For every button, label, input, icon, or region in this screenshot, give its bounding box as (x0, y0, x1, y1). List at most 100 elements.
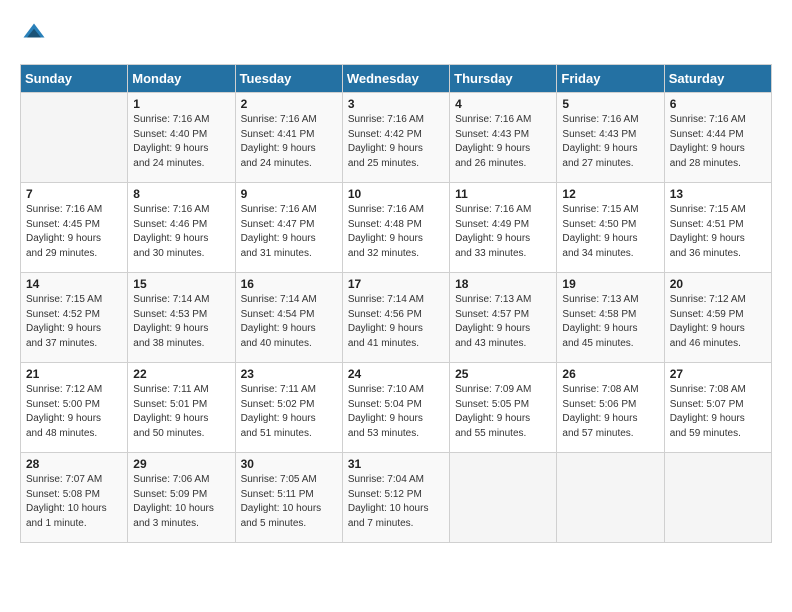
calendar-cell (21, 93, 128, 183)
day-info: Sunrise: 7:15 AM Sunset: 4:51 PM Dayligh… (670, 203, 766, 261)
day-header-monday: Monday (128, 65, 235, 93)
calendar-cell: 12Sunrise: 7:15 AM Sunset: 4:50 PM Dayli… (557, 183, 664, 273)
day-info: Sunrise: 7:11 AM Sunset: 5:02 PM Dayligh… (241, 383, 337, 441)
day-number: 9 (241, 187, 337, 201)
calendar-cell: 24 Sunrise: 7:10 AM Sunset: 5:04 PM Dayli… (342, 363, 449, 453)
day-number: 15 (133, 277, 229, 291)
day-number: 28 (26, 457, 122, 471)
day-info: Sunrise: 7:16 AM Sunset: 4:40 PM Dayligh… (133, 113, 229, 171)
calendar-cell: 28 Sunrise: 7:07 AM Sunset: 5:08 PM Dayli… (21, 453, 128, 543)
calendar-cell: 19 Sunrise: 7:13 AM Sunset: 4:58 PM Dayli… (557, 273, 664, 363)
day-header-saturday: Saturday (664, 65, 771, 93)
day-number: 12 (562, 187, 658, 201)
calendar-cell: 16 Sunrise: 7:14 AM Sunset: 4:54 PM Dayli… (235, 273, 342, 363)
day-info: Sunrise: 7:14 AM Sunset: 4:54 PM Dayligh… (241, 293, 337, 351)
day-header-wednesday: Wednesday (342, 65, 449, 93)
day-info: Sunrise: 7:16 AM Sunset: 4:49 PM Dayligh… (455, 203, 551, 261)
calendar-week-row: 21 Sunrise: 7:12 AM Sunset: 5:00 PM Dayli… (21, 363, 772, 453)
day-number: 30 (241, 457, 337, 471)
day-info: Sunrise: 7:13 AM Sunset: 4:57 PM Dayligh… (455, 293, 551, 351)
day-info: Sunrise: 7:14 AM Sunset: 4:53 PM Dayligh… (133, 293, 229, 351)
day-info: Sunrise: 7:13 AM Sunset: 4:58 PM Dayligh… (562, 293, 658, 351)
calendar-cell: 26 Sunrise: 7:08 AM Sunset: 5:06 PM Dayli… (557, 363, 664, 453)
logo (20, 20, 52, 48)
day-info: Sunrise: 7:12 AM Sunset: 4:59 PM Dayligh… (670, 293, 766, 351)
day-number: 8 (133, 187, 229, 201)
page-header (20, 20, 772, 48)
calendar-cell: 23 Sunrise: 7:11 AM Sunset: 5:02 PM Dayli… (235, 363, 342, 453)
calendar-week-row: 14 Sunrise: 7:15 AM Sunset: 4:52 PM Dayli… (21, 273, 772, 363)
day-number: 31 (348, 457, 444, 471)
day-info: Sunrise: 7:07 AM Sunset: 5:08 PM Dayligh… (26, 473, 122, 531)
day-number: 26 (562, 367, 658, 381)
day-number: 24 (348, 367, 444, 381)
calendar-cell: 30 Sunrise: 7:05 AM Sunset: 5:11 PM Dayli… (235, 453, 342, 543)
day-header-tuesday: Tuesday (235, 65, 342, 93)
day-info: Sunrise: 7:06 AM Sunset: 5:09 PM Dayligh… (133, 473, 229, 531)
day-number: 1 (133, 97, 229, 111)
calendar-cell (664, 453, 771, 543)
day-number: 3 (348, 97, 444, 111)
day-info: Sunrise: 7:16 AM Sunset: 4:43 PM Dayligh… (562, 113, 658, 171)
calendar-cell: 20Sunrise: 7:12 AM Sunset: 4:59 PM Dayli… (664, 273, 771, 363)
day-number: 25 (455, 367, 551, 381)
day-number: 21 (26, 367, 122, 381)
day-number: 6 (670, 97, 766, 111)
calendar-cell: 6 Sunrise: 7:16 AM Sunset: 4:44 PM Daylig… (664, 93, 771, 183)
day-number: 13 (670, 187, 766, 201)
day-number: 14 (26, 277, 122, 291)
calendar-header-row: SundayMondayTuesdayWednesdayThursdayFrid… (21, 65, 772, 93)
day-info: Sunrise: 7:16 AM Sunset: 4:41 PM Dayligh… (241, 113, 337, 171)
calendar-week-row: 28 Sunrise: 7:07 AM Sunset: 5:08 PM Dayli… (21, 453, 772, 543)
day-number: 22 (133, 367, 229, 381)
calendar-cell: 4 Sunrise: 7:16 AM Sunset: 4:43 PM Daylig… (450, 93, 557, 183)
day-number: 5 (562, 97, 658, 111)
day-number: 4 (455, 97, 551, 111)
calendar-cell: 13 Sunrise: 7:15 AM Sunset: 4:51 PM Dayli… (664, 183, 771, 273)
day-info: Sunrise: 7:16 AM Sunset: 4:44 PM Dayligh… (670, 113, 766, 171)
day-info: Sunrise: 7:16 AM Sunset: 4:47 PM Dayligh… (241, 203, 337, 261)
calendar-cell: 29 Sunrise: 7:06 AM Sunset: 5:09 PM Dayli… (128, 453, 235, 543)
calendar-cell (450, 453, 557, 543)
day-info: Sunrise: 7:08 AM Sunset: 5:07 PM Dayligh… (670, 383, 766, 441)
calendar-cell: 8Sunrise: 7:16 AM Sunset: 4:46 PM Daylig… (128, 183, 235, 273)
day-number: 17 (348, 277, 444, 291)
calendar-cell: 10Sunrise: 7:16 AM Sunset: 4:48 PM Dayli… (342, 183, 449, 273)
calendar-week-row: 1 Sunrise: 7:16 AM Sunset: 4:40 PM Daylig… (21, 93, 772, 183)
calendar-cell: 3Sunrise: 7:16 AM Sunset: 4:42 PM Daylig… (342, 93, 449, 183)
calendar-cell: 7Sunrise: 7:16 AM Sunset: 4:45 PM Daylig… (21, 183, 128, 273)
day-info: Sunrise: 7:05 AM Sunset: 5:11 PM Dayligh… (241, 473, 337, 531)
calendar-cell: 31 Sunrise: 7:04 AM Sunset: 5:12 PM Dayli… (342, 453, 449, 543)
day-info: Sunrise: 7:08 AM Sunset: 5:06 PM Dayligh… (562, 383, 658, 441)
calendar-cell: 5 Sunrise: 7:16 AM Sunset: 4:43 PM Daylig… (557, 93, 664, 183)
day-number: 7 (26, 187, 122, 201)
calendar-cell: 14 Sunrise: 7:15 AM Sunset: 4:52 PM Dayli… (21, 273, 128, 363)
calendar-week-row: 7Sunrise: 7:16 AM Sunset: 4:45 PM Daylig… (21, 183, 772, 273)
day-number: 10 (348, 187, 444, 201)
logo-icon (20, 20, 48, 48)
day-number: 29 (133, 457, 229, 471)
calendar-cell: 22 Sunrise: 7:11 AM Sunset: 5:01 PM Dayli… (128, 363, 235, 453)
day-number: 19 (562, 277, 658, 291)
day-info: Sunrise: 7:10 AM Sunset: 5:04 PM Dayligh… (348, 383, 444, 441)
day-header-thursday: Thursday (450, 65, 557, 93)
day-number: 16 (241, 277, 337, 291)
calendar-cell: 1 Sunrise: 7:16 AM Sunset: 4:40 PM Daylig… (128, 93, 235, 183)
calendar-table: SundayMondayTuesdayWednesdayThursdayFrid… (20, 64, 772, 543)
calendar-cell: 11 Sunrise: 7:16 AM Sunset: 4:49 PM Dayli… (450, 183, 557, 273)
calendar-cell: 21 Sunrise: 7:12 AM Sunset: 5:00 PM Dayli… (21, 363, 128, 453)
day-number: 27 (670, 367, 766, 381)
day-info: Sunrise: 7:04 AM Sunset: 5:12 PM Dayligh… (348, 473, 444, 531)
day-info: Sunrise: 7:12 AM Sunset: 5:00 PM Dayligh… (26, 383, 122, 441)
day-number: 11 (455, 187, 551, 201)
day-header-sunday: Sunday (21, 65, 128, 93)
calendar-cell: 25Sunrise: 7:09 AM Sunset: 5:05 PM Dayli… (450, 363, 557, 453)
calendar-cell: 17Sunrise: 7:14 AM Sunset: 4:56 PM Dayli… (342, 273, 449, 363)
day-info: Sunrise: 7:15 AM Sunset: 4:52 PM Dayligh… (26, 293, 122, 351)
calendar-cell: 9 Sunrise: 7:16 AM Sunset: 4:47 PM Daylig… (235, 183, 342, 273)
day-info: Sunrise: 7:16 AM Sunset: 4:43 PM Dayligh… (455, 113, 551, 171)
calendar-cell: 2Sunrise: 7:16 AM Sunset: 4:41 PM Daylig… (235, 93, 342, 183)
day-header-friday: Friday (557, 65, 664, 93)
day-info: Sunrise: 7:11 AM Sunset: 5:01 PM Dayligh… (133, 383, 229, 441)
day-number: 23 (241, 367, 337, 381)
